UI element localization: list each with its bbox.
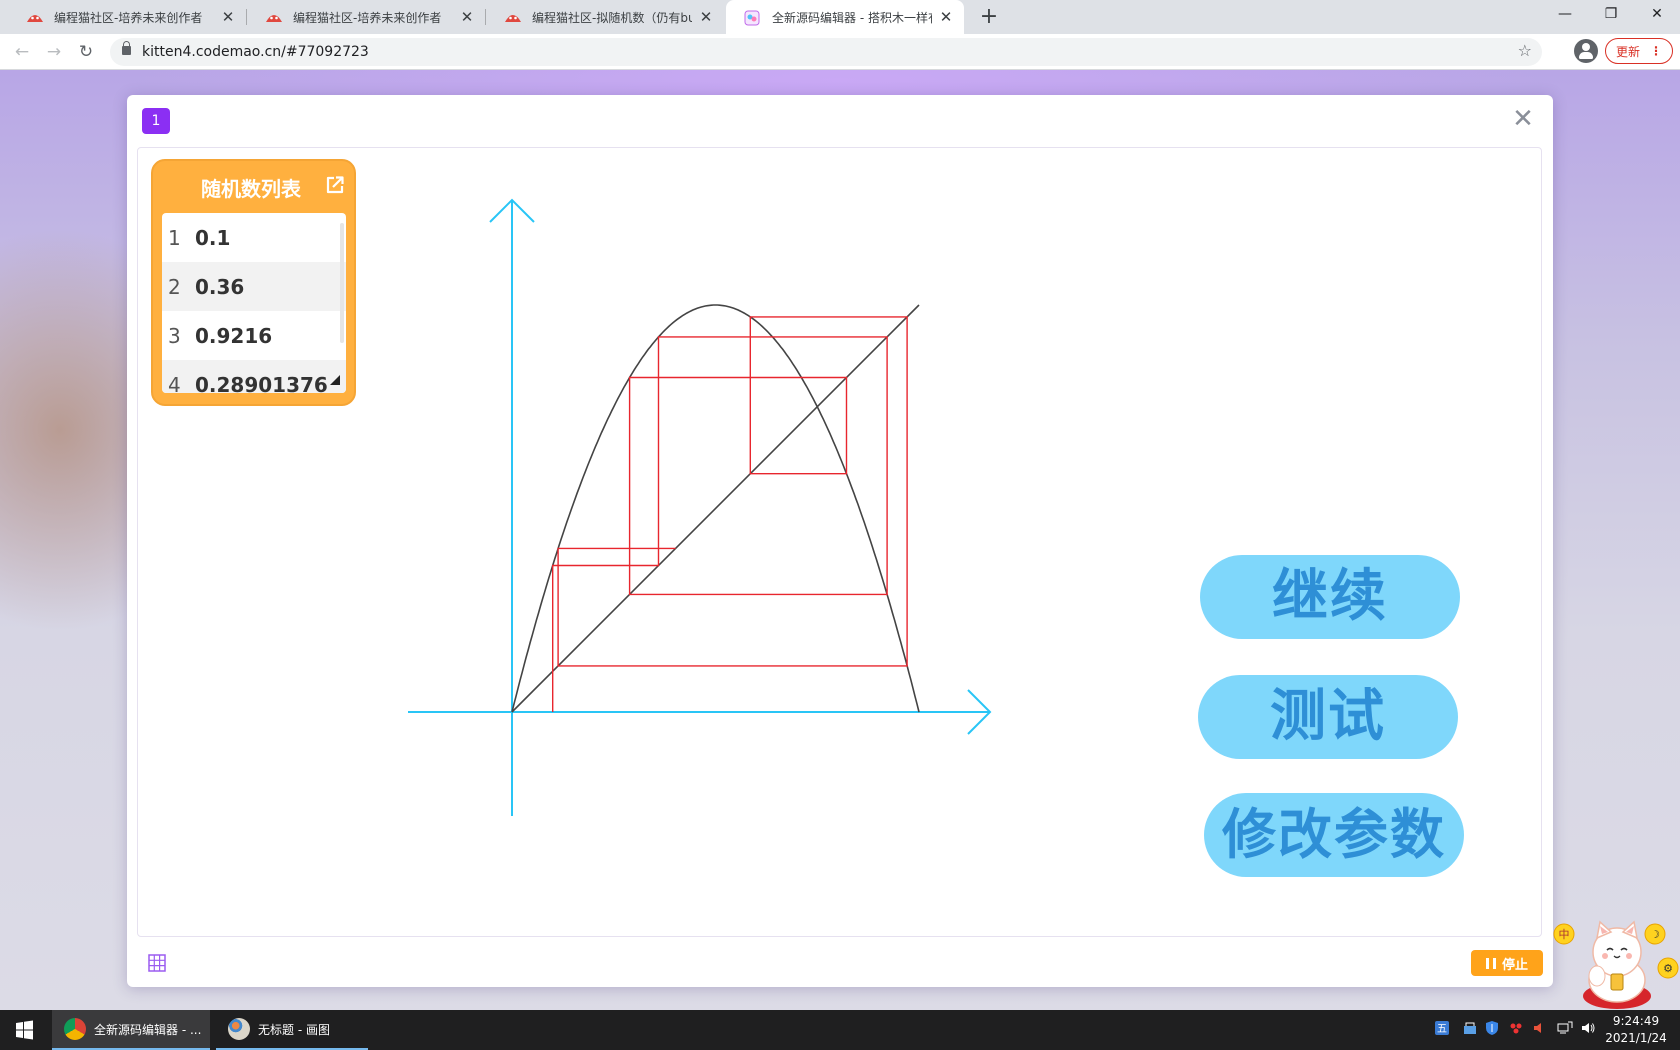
- back-arrow-icon[interactable]: ←: [8, 38, 36, 66]
- browser-tab-4-active[interactable]: 全新源码编辑器 - 搭积木一样有 ✕: [726, 0, 964, 34]
- forward-arrow-icon[interactable]: →: [40, 38, 68, 66]
- stage-close-icon[interactable]: ✕: [1508, 104, 1538, 134]
- restore-window-button[interactable]: ❐: [1588, 0, 1634, 30]
- tab-close-icon[interactable]: ✕: [220, 8, 236, 26]
- export-icon[interactable]: [324, 174, 346, 196]
- mascot-badge-moon: ☽: [1650, 928, 1660, 941]
- list-item[interactable]: 2 0.36: [162, 262, 346, 311]
- list-item[interactable]: 1 0.1: [162, 213, 346, 262]
- stage-number-badge: 1: [142, 108, 170, 134]
- list-monitor[interactable]: 随机数列表 1 0.1 2 0.36 3 0.9216 4 0.28901376: [151, 159, 356, 406]
- list-item-value: 0.36: [195, 274, 245, 299]
- clock-time: 9:24:49: [1612, 1014, 1660, 1028]
- stop-button[interactable]: 停止: [1471, 950, 1543, 976]
- tab-close-icon[interactable]: ✕: [698, 8, 714, 26]
- mascot-badge-gear: ⚙: [1663, 962, 1673, 975]
- minimize-window-button[interactable]: —: [1542, 0, 1588, 30]
- tab-title: 编程猫社区-培养未来创作者: [293, 10, 442, 25]
- codemao-favicon-icon: [265, 10, 283, 24]
- app-tray-icon[interactable]: [1508, 1020, 1524, 1040]
- plot-cobweb: [552, 316, 908, 712]
- url-text[interactable]: kitten4.codemao.cn/#77092723: [142, 44, 369, 60]
- profile-avatar-icon[interactable]: [1574, 39, 1598, 63]
- new-tab-button[interactable]: +: [976, 4, 1002, 30]
- continue-button[interactable]: 继续: [1200, 555, 1460, 639]
- taskbar-clock[interactable]: 9:24:49 2021/1/24: [1596, 1013, 1676, 1047]
- reload-icon[interactable]: ↻: [72, 38, 100, 66]
- modify-parameters-button[interactable]: 修改参数: [1204, 793, 1464, 877]
- tab-title: 全新源码编辑器 - 搭积木一样有: [772, 10, 932, 25]
- more-menu-icon: ⋮: [1650, 44, 1662, 58]
- list-item[interactable]: 3 0.9216: [162, 311, 346, 360]
- volume-mute-icon[interactable]: [1532, 1020, 1548, 1040]
- mascot-badge-cn: 中: [1559, 928, 1570, 941]
- list-monitor-title: 随机数列表: [201, 177, 301, 201]
- address-bar[interactable]: kitten4.codemao.cn/#77092723 ☆: [110, 38, 1542, 66]
- taskbar-item-label: 无标题 - 画图: [258, 1022, 330, 1037]
- browser-tab-3[interactable]: 编程猫社区-拟随机数（仍有bug ✕: [486, 0, 724, 34]
- list-item-index: 4: [168, 372, 181, 394]
- diagonal-line: [511, 304, 920, 713]
- browser-tab-1[interactable]: 编程猫社区-培养未来创作者 ✕: [8, 0, 246, 34]
- clock-date: 2021/1/24: [1605, 1031, 1667, 1045]
- list-item-index: 1: [168, 225, 181, 250]
- windows-start-icon[interactable]: [0, 1010, 48, 1050]
- update-label: 更新: [1615, 44, 1640, 59]
- tab-close-icon[interactable]: ✕: [459, 8, 475, 26]
- list-item-value: 0.9216: [195, 323, 273, 348]
- svg-text:五: 五: [1437, 1024, 1447, 1035]
- grid-icon[interactable]: [147, 953, 167, 973]
- paint-palette-icon: [228, 1018, 250, 1040]
- security-shield-icon[interactable]: [1484, 1020, 1500, 1040]
- stop-label: 停止: [1501, 957, 1528, 973]
- tab-strip: 编程猫社区-培养未来创作者 ✕ 编程猫社区-培养未来创作者 ✕ 编程猫社区-拟随…: [0, 0, 1680, 34]
- speaker-icon[interactable]: [1580, 1020, 1596, 1040]
- lucky-cat-mascot-icon[interactable]: 中 ☽ ⚙: [1545, 918, 1680, 1010]
- test-button[interactable]: 测试: [1198, 675, 1458, 759]
- resize-grip-icon[interactable]: [330, 375, 340, 385]
- list-body[interactable]: 1 0.1 2 0.36 3 0.9216 4 0.28901376: [162, 213, 346, 393]
- network-icon[interactable]: [1556, 1020, 1574, 1040]
- list-item-index: 3: [168, 323, 181, 348]
- pause-icon: [1485, 957, 1496, 969]
- stage-canvas[interactable]: 随机数列表 1 0.1 2 0.36 3 0.9216 4 0.28901376: [137, 147, 1542, 937]
- browser-tab-2[interactable]: 编程猫社区-培养未来创作者 ✕: [247, 0, 485, 34]
- taskbar-item-paint[interactable]: 无标题 - 画图: [216, 1010, 368, 1050]
- list-item[interactable]: 4 0.28901376: [162, 360, 346, 393]
- plot-curves: [511, 304, 920, 713]
- list-scrollbar[interactable]: [340, 223, 344, 343]
- tab-title: 编程猫社区-培养未来创作者: [54, 10, 203, 25]
- update-button[interactable]: 更新 ⋮: [1605, 38, 1673, 64]
- kitten-editor-favicon-icon: [744, 10, 762, 26]
- list-item-index: 2: [168, 274, 181, 299]
- ime-icon[interactable]: 五: [1434, 1020, 1450, 1040]
- chrome-icon: [64, 1018, 86, 1040]
- cobweb-path: [552, 316, 908, 712]
- network-share-icon[interactable]: [1462, 1020, 1478, 1040]
- close-window-button[interactable]: ✕: [1634, 0, 1680, 30]
- taskbar-item-chrome[interactable]: 全新源码编辑器 - ...: [52, 1010, 210, 1050]
- browser-toolbar: ← → ↻ kitten4.codemao.cn/#77092723 ☆: [0, 34, 1680, 70]
- taskbar-item-label: 全新源码编辑器 - ...: [94, 1022, 202, 1037]
- lock-icon: [122, 41, 131, 55]
- plot-axes: [408, 198, 992, 816]
- windows-taskbar: 全新源码编辑器 - ... 无标题 - 画图 五 9:24:49 2021/1/…: [0, 1010, 1680, 1050]
- tab-title: 编程猫社区-拟随机数（仍有bug: [532, 10, 692, 25]
- codemao-favicon-icon: [26, 10, 44, 24]
- list-item-value: 0.28901376: [195, 372, 328, 394]
- bookmark-star-icon[interactable]: ☆: [1518, 41, 1532, 60]
- tab-close-icon[interactable]: ✕: [938, 8, 954, 26]
- codemao-favicon-icon: [504, 10, 522, 24]
- list-item-value: 0.1: [195, 225, 231, 250]
